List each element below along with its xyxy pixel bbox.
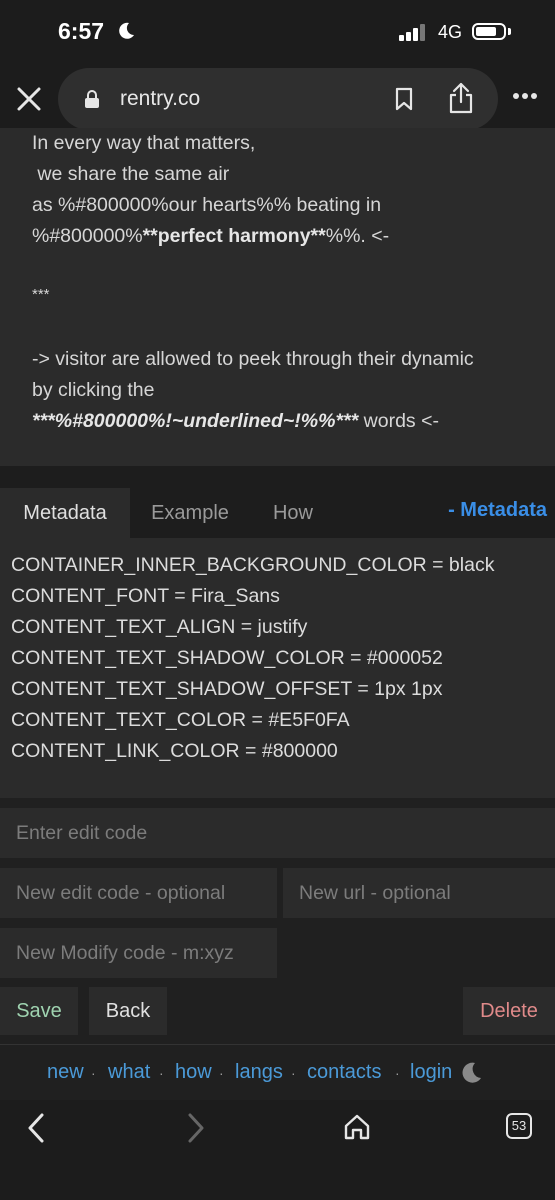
- home-icon[interactable]: [343, 1113, 371, 1141]
- url-text: rentry.co: [120, 87, 201, 110]
- status-bar: 6:57 4G: [0, 0, 555, 64]
- metadata-line: CONTENT_TEXT_ALIGN = justify: [11, 616, 308, 638]
- metadata-tabs: Metadata Example How - Metadata: [0, 466, 555, 538]
- page-content: In every way that matters, we share the …: [0, 128, 555, 466]
- moon-icon[interactable]: [460, 1061, 482, 1085]
- footer-link-langs[interactable]: langs: [235, 1061, 283, 1084]
- metadata-line: CONTENT_TEXT_SHADOW_OFFSET = 1px 1px: [11, 678, 443, 700]
- metadata-line: CONTENT_TEXT_COLOR = #E5F0FA: [11, 709, 350, 731]
- footer-link-new[interactable]: new: [47, 1061, 84, 1084]
- battery-icon: [472, 23, 506, 40]
- tabs-count-button[interactable]: 53: [506, 1113, 532, 1139]
- content-text: %%. <-: [325, 225, 390, 247]
- content-text: %#800000%: [32, 225, 143, 247]
- content-line: ***%#800000%!~underlined~!%%*** words <-: [32, 410, 439, 433]
- tab-example[interactable]: Example: [134, 488, 246, 538]
- content-line: as %#800000%our hearts%% beating in: [32, 194, 382, 216]
- back-button[interactable]: Back: [89, 987, 167, 1035]
- content-line: %#800000%**perfect harmony**%%. <-: [32, 225, 389, 248]
- footer-links: new · what · how · langs · contacts · lo…: [0, 1044, 555, 1101]
- address-bar[interactable]: rentry.co: [58, 68, 498, 130]
- content-line: by clicking the: [32, 379, 155, 401]
- save-button[interactable]: Save: [0, 987, 78, 1035]
- content-line: -> visitor are allowed to peek through t…: [32, 348, 474, 370]
- browser-toolbar: rentry.co: [0, 64, 555, 134]
- new-url-input[interactable]: New url - optional: [283, 868, 555, 918]
- signal-icon: [399, 24, 425, 41]
- content-line: In every way that matters,: [32, 132, 256, 154]
- back-arrow-icon[interactable]: [24, 1112, 48, 1144]
- bookmark-icon[interactable]: [394, 87, 414, 111]
- footer-link-what[interactable]: what: [108, 1061, 150, 1084]
- metadata-line: CONTENT_LINK_COLOR = #800000: [11, 740, 338, 762]
- footer-separator: ·: [291, 1065, 296, 1081]
- edit-code-input[interactable]: Enter edit code: [0, 808, 555, 858]
- footer-link-login[interactable]: login: [410, 1061, 452, 1084]
- metadata-link[interactable]: - Metadata: [448, 499, 547, 522]
- battery-tip: [508, 28, 511, 35]
- footer-link-how[interactable]: how: [175, 1061, 212, 1084]
- content-bold-text: **perfect harmony**: [142, 225, 326, 247]
- footer-separator: ·: [159, 1065, 164, 1081]
- share-icon[interactable]: [448, 82, 474, 114]
- content-text: words <-: [358, 410, 439, 432]
- footer-separator: ·: [91, 1065, 96, 1081]
- separator: ***: [32, 286, 50, 303]
- metadata-line: CONTENT_TEXT_SHADOW_COLOR = #000052: [11, 647, 443, 669]
- delete-button[interactable]: Delete: [463, 987, 555, 1035]
- status-time: 6:57: [58, 18, 105, 44]
- footer-separator: ·: [219, 1065, 224, 1081]
- browser-bottom-bar: 53: [0, 1100, 555, 1200]
- new-modify-code-input[interactable]: New Modify code - m:xyz: [0, 928, 277, 978]
- network-type: 4G: [438, 22, 463, 42]
- new-edit-code-input[interactable]: New edit code - optional: [0, 868, 277, 918]
- moon-icon: [119, 22, 134, 39]
- lock-icon: [85, 90, 99, 108]
- content-bold-text: ***%#800000%!~underlined~!%%***: [32, 410, 359, 432]
- metadata-panel: CONTAINER_INNER_BACKGROUND_COLOR = black…: [0, 538, 555, 798]
- tab-how[interactable]: How: [250, 488, 336, 538]
- forward-arrow-icon[interactable]: [184, 1112, 208, 1144]
- tab-metadata[interactable]: Metadata: [0, 488, 130, 538]
- more-options-icon[interactable]: [512, 92, 538, 100]
- footer-link-contacts[interactable]: contacts: [307, 1061, 381, 1084]
- close-icon[interactable]: [14, 84, 44, 114]
- metadata-line: CONTENT_FONT = Fira_Sans: [11, 585, 280, 607]
- metadata-line: CONTAINER_INNER_BACKGROUND_COLOR = black: [11, 554, 495, 576]
- footer-separator: ·: [395, 1065, 400, 1081]
- content-line: we share the same air: [32, 163, 230, 185]
